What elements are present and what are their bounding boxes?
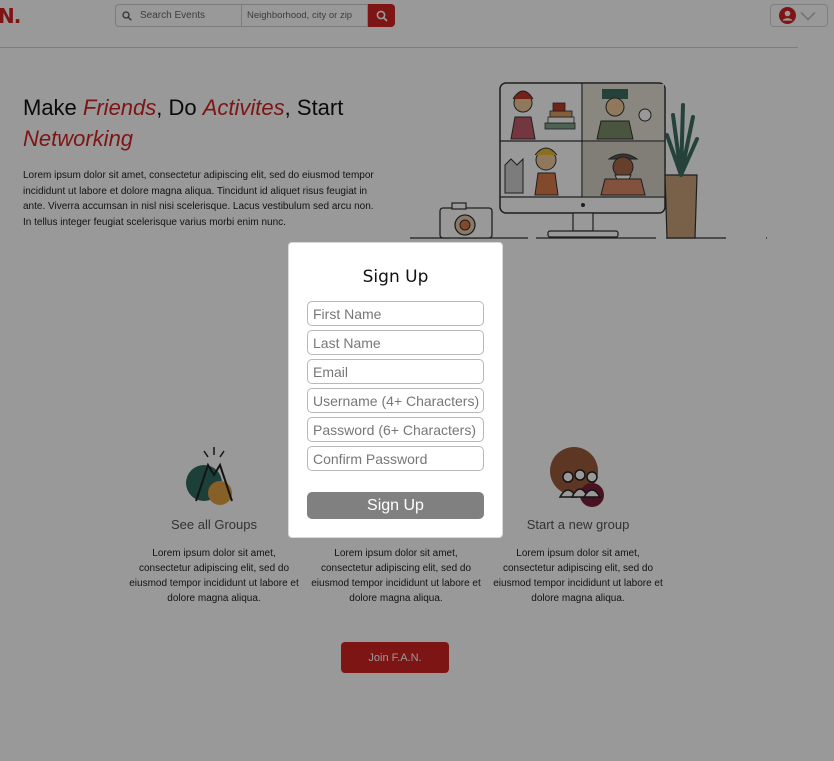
last-name-field[interactable] [307, 330, 484, 355]
email-field[interactable] [307, 359, 484, 384]
confirm-password-field[interactable] [307, 446, 484, 471]
first-name-field[interactable] [307, 301, 484, 326]
sign-up-button[interactable]: Sign Up [307, 492, 484, 519]
modal-title: Sign Up [362, 267, 429, 287]
signup-modal: Sign Up Sign Up [288, 242, 503, 538]
username-field[interactable] [307, 388, 484, 413]
password-field[interactable] [307, 417, 484, 442]
